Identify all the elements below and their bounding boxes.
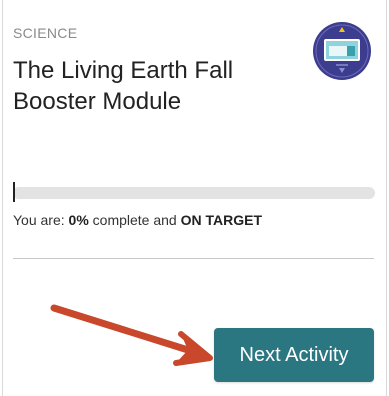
status-percent: 0% bbox=[68, 212, 89, 228]
next-activity-button[interactable]: Next Activity bbox=[214, 328, 374, 382]
card-border-left bbox=[2, 0, 3, 396]
module-title: The Living Earth Fall Booster Module bbox=[13, 57, 234, 115]
divider bbox=[13, 258, 374, 259]
progress-marker bbox=[13, 182, 15, 202]
card-border-right bbox=[386, 0, 387, 396]
subject-label: SCIENCE bbox=[13, 25, 78, 41]
status-middle: complete and bbox=[88, 212, 181, 228]
progress-status-text: You are: 0% complete and ON TARGET bbox=[13, 212, 262, 228]
status-prefix: You are: bbox=[13, 212, 69, 228]
classroom-screen-icon bbox=[313, 22, 371, 80]
annotation-arrow-icon bbox=[50, 304, 213, 366]
module-card: SCIENCE The Living Earth Fall Booster Mo… bbox=[0, 0, 389, 396]
progress-bar bbox=[13, 187, 375, 199]
status-target: ON TARGET bbox=[180, 212, 263, 228]
